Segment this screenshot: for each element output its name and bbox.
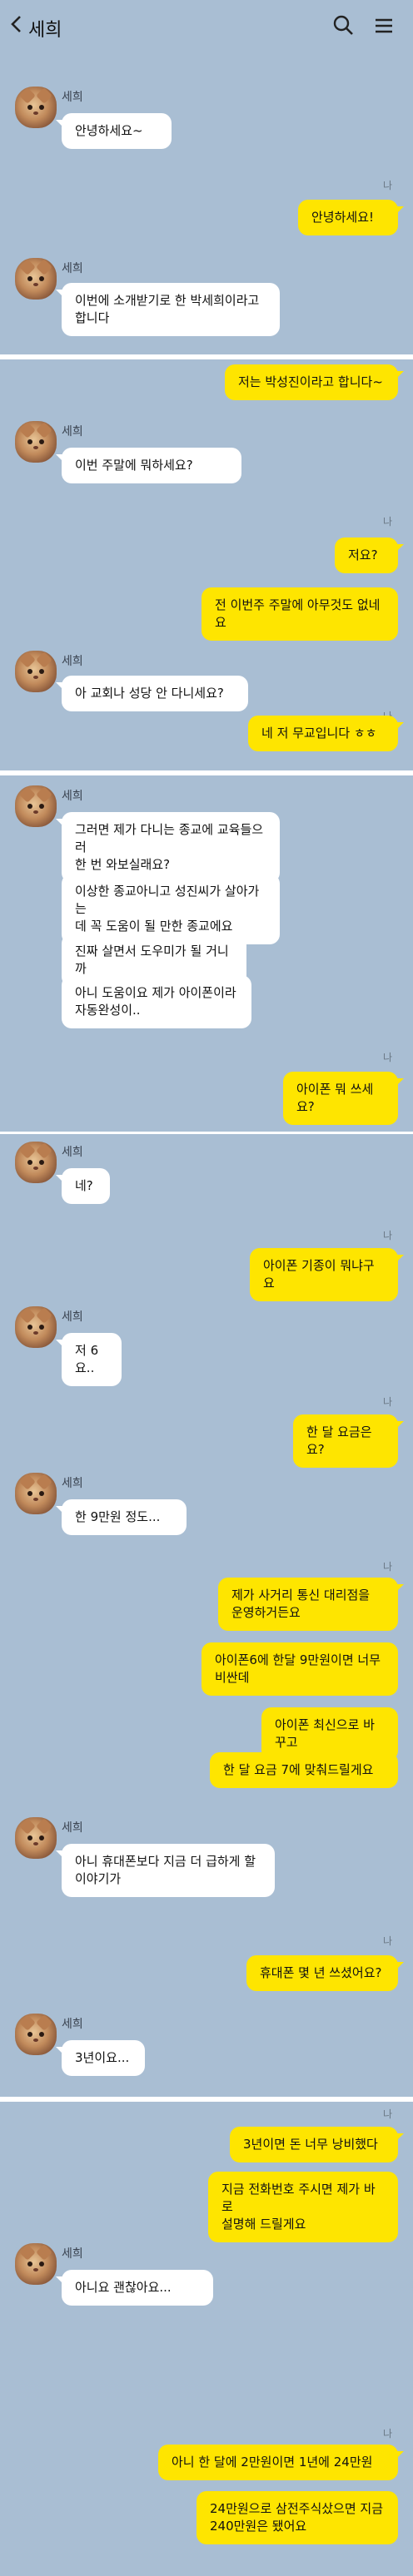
- chevron-left-icon[interactable]: [8, 12, 25, 37]
- avatar[interactable]: [15, 87, 57, 128]
- chat-screen: 세희 세희 안녕하세요~ 나 안녕하세요! 세희 이번에 소개받기로 한 박세희…: [0, 0, 413, 2576]
- message-bubble-outgoing: 네 저 무교입니다 ㅎㅎ: [248, 716, 404, 751]
- avatar[interactable]: [15, 651, 57, 692]
- avatar[interactable]: [15, 1142, 57, 1183]
- message-bubble-incoming: 아 교회나 성당 안 다니세요?: [56, 676, 248, 711]
- message-bubble-incoming: 아니요 괜찮아요...: [56, 2270, 213, 2306]
- read-indicator: 나: [383, 1230, 393, 1241]
- message-bubble-outgoing: 저는 박성진이라고 합니다~: [225, 364, 404, 400]
- sender-name: 세희: [62, 790, 83, 803]
- avatar[interactable]: [15, 258, 57, 300]
- message-bubble-outgoing: 안녕하세요!: [298, 200, 404, 235]
- message-bubble-outgoing: 전 이번주 주말에 아무것도 없네요: [202, 587, 398, 641]
- message-bubble-outgoing: 휴대폰 몇 년 쓰셨어요?: [246, 1955, 404, 1991]
- panel-divider: [0, 770, 413, 775]
- read-indicator: 나: [383, 180, 393, 191]
- sender-name: 세희: [62, 1310, 83, 1324]
- panel-divider: [0, 1132, 413, 1134]
- read-indicator: 나: [383, 1396, 393, 1408]
- message-bubble-outgoing: 저요?: [335, 537, 404, 573]
- read-indicator: 나: [383, 1561, 393, 1573]
- sender-name: 세희: [62, 2247, 83, 2261]
- message-bubble-outgoing: 아이폰 기종이 뭐냐구요: [250, 1248, 404, 1301]
- read-indicator: 나: [383, 2108, 393, 2120]
- sender-name: 세희: [62, 425, 83, 438]
- avatar[interactable]: [15, 2243, 57, 2285]
- message-bubble-outgoing: 아이폰 뭐 쓰세요?: [283, 1072, 404, 1125]
- message-bubble-incoming: 그러면 제가 다니는 종교에 교육들으러 한 번 와보실래요?: [56, 812, 280, 883]
- panel-divider: [0, 354, 413, 359]
- message-bubble-incoming: 아니 도움이요 제가 아이폰이라 자동완성이..: [62, 975, 251, 1028]
- sender-name: 세희: [62, 262, 83, 275]
- message-bubble-incoming: 한 9만원 정도...: [56, 1499, 187, 1535]
- menu-icon[interactable]: [370, 12, 398, 40]
- message-bubble-outgoing: 한 달 요금 7에 맞춰드릴게요: [210, 1752, 398, 1788]
- chat-header: 세희: [0, 0, 413, 52]
- message-bubble-incoming: 네?: [56, 1168, 110, 1204]
- sender-name: 세희: [62, 91, 83, 104]
- message-bubble-incoming: 이번 주말에 뭐하세요?: [56, 448, 241, 483]
- avatar[interactable]: [15, 1817, 57, 1859]
- avatar[interactable]: [15, 421, 57, 463]
- message-bubble-incoming: 이번에 소개받기로 한 박세희이라고 합니다: [56, 283, 280, 336]
- message-bubble-outgoing: 한 달 요금은요?: [293, 1414, 404, 1468]
- chat-title: 세희: [28, 20, 62, 41]
- panel-divider: [0, 2097, 413, 2102]
- avatar[interactable]: [15, 785, 57, 827]
- avatar[interactable]: [15, 1473, 57, 1514]
- read-indicator: 나: [383, 2428, 393, 2440]
- message-bubble-outgoing: 아이폰6에 한달 9만원이면 너무 비싼데: [202, 1642, 398, 1696]
- avatar[interactable]: [15, 2014, 57, 2055]
- sender-name: 세희: [62, 1821, 83, 1835]
- read-indicator: 나: [383, 516, 393, 528]
- message-bubble-incoming: 아니 휴대폰보다 지금 더 급하게 할 이야기가: [56, 1844, 275, 1897]
- sender-name: 세희: [62, 1146, 83, 1159]
- sender-name: 세희: [62, 655, 83, 668]
- message-bubble-outgoing: 24만원으로 삼전주식샀으면 지금 240만원은 됐어요: [197, 2491, 398, 2544]
- search-icon[interactable]: [330, 12, 358, 40]
- read-indicator: 나: [383, 1935, 393, 1947]
- message-bubble-incoming: 안녕하세요~: [56, 113, 172, 149]
- message-bubble-incoming: 3년이요...: [56, 2040, 145, 2076]
- message-bubble-outgoing: 제가 사거리 통신 대리점을 운영하거든요: [218, 1578, 404, 1631]
- sender-name: 세희: [62, 2018, 83, 2031]
- message-bubble-outgoing: 3년이면 돈 너무 낭비했다: [230, 2127, 404, 2162]
- read-indicator: 나: [383, 1052, 393, 1063]
- message-bubble-outgoing: 아니 한 달에 2만원이면 1년에 24만원: [158, 2445, 404, 2480]
- message-bubble-incoming: 저 6요..: [56, 1333, 122, 1386]
- sender-name: 세희: [62, 1477, 83, 1490]
- message-bubble-outgoing: 지금 전화번호 주시면 제가 바로 설명해 드릴게요: [208, 2172, 398, 2242]
- avatar[interactable]: [15, 1306, 57, 1348]
